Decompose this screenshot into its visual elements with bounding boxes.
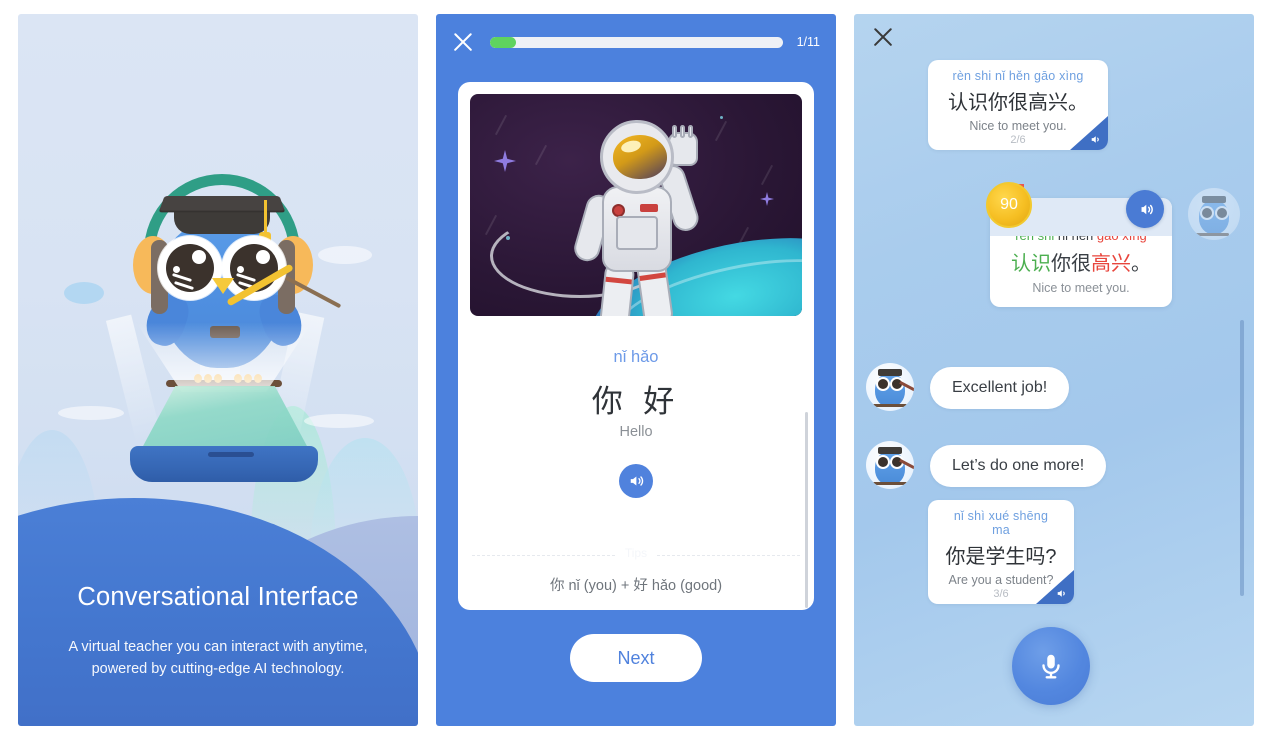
tablet-body: [130, 446, 318, 482]
bubble-translation: Are you a student?: [948, 573, 1054, 587]
card-scrollbar[interactable]: [804, 412, 808, 608]
microphone-icon[interactable]: [1012, 627, 1090, 705]
eye-glint: [256, 250, 270, 264]
next-button[interactable]: Next: [570, 634, 702, 682]
finger: [672, 125, 677, 138]
subtitle-line-1: A virtual teacher you can interact with …: [68, 639, 368, 655]
chat-message-bubble[interactable]: Let’s do one more!: [930, 445, 1107, 487]
bubble-counter: 2/6: [1010, 134, 1026, 146]
lesson-progress-fill: [490, 36, 517, 48]
onboarding-subtitle: A virtual teacher you can interact with …: [18, 636, 418, 680]
sparkle-icon: [760, 192, 774, 206]
chat-bubble-scored[interactable]: 90 rèn shi nǐ hěn gāo xìng 认识你很高兴。 Nice …: [986, 182, 1172, 307]
scored-token: 认识: [1011, 253, 1051, 275]
cloud-icon: [58, 406, 124, 420]
light-streak: [714, 120, 728, 142]
onboarding-text-block: Conversational Interface A virtual teach…: [18, 583, 418, 680]
eye-lash: [174, 280, 194, 291]
light-streak: [760, 164, 774, 186]
owl-eye-left: [876, 377, 890, 391]
close-icon[interactable]: [450, 29, 476, 55]
star-icon: [720, 116, 723, 119]
leg-stripe: [605, 276, 632, 285]
owl-pupil: [878, 379, 888, 389]
tablet-speaker: [208, 452, 254, 457]
lesson-panel: 1/11 nǐ hǎo 你 好 Hello Tips 你 nǐ (you) + …: [436, 14, 836, 726]
sparkle-icon: [494, 150, 516, 172]
scored-hanzi: 认识你很高兴。: [1002, 247, 1160, 276]
avatar: [866, 441, 914, 489]
chat-scrollbar[interactable]: [1240, 320, 1244, 596]
onboarding-panel: Conversational Interface A virtual teach…: [18, 14, 418, 726]
suit-patch: [640, 204, 658, 212]
owl-eye-right: [1215, 206, 1229, 220]
scored-translation: Nice to meet you.: [1032, 281, 1130, 295]
owl-pupil: [1217, 208, 1227, 218]
leg-stripe: [639, 272, 666, 281]
chat-bubble-prompt[interactable]: rèn shi nǐ hěn gāo xìng 认识你很高兴。 Nice to …: [928, 60, 1108, 150]
graduation-cap-icon: [878, 369, 902, 376]
close-icon[interactable]: [870, 24, 896, 50]
bubble-pinyin: nǐ shì xué shēng ma: [953, 509, 1049, 537]
scored-token: 。: [1131, 253, 1151, 275]
owl-pupil-left: [166, 244, 214, 292]
avatar: [866, 363, 914, 411]
finger: [688, 125, 693, 138]
owl-perch: [1195, 233, 1229, 236]
owl-eye-left: [876, 455, 890, 469]
eye-glint: [237, 266, 244, 273]
avatar: [1188, 188, 1240, 240]
astronaut-chest-pack: [616, 216, 658, 250]
subtitle-line-2: powered by cutting-edge AI technology.: [91, 661, 345, 677]
astronaut-illustration: [470, 94, 802, 316]
bubble-counter: 3/6: [993, 588, 1009, 600]
astronaut-helmet: [600, 120, 674, 194]
owl-pupil: [1202, 208, 1212, 218]
bubble-pinyin: rèn shi nǐ hěn gāo xìng: [952, 69, 1084, 83]
astronaut-figure: [571, 120, 702, 316]
owl-beak: [212, 278, 234, 294]
flashcard[interactable]: nǐ hǎo 你 好 Hello Tips 你 nǐ (you) + 好 hǎo…: [458, 82, 814, 610]
tips-label: Tips: [458, 546, 814, 560]
eye-glint: [192, 250, 206, 264]
owl-pupil: [878, 457, 888, 467]
scored-token: 你很: [1051, 253, 1091, 275]
score-value: 90: [1000, 196, 1018, 213]
owl-perch: [873, 404, 907, 407]
cloud-icon: [64, 282, 104, 304]
tablet-hologram-icon: [124, 322, 324, 502]
card-translation: Hello: [619, 424, 653, 440]
page-title: Conversational Interface: [77, 583, 359, 611]
owl-eye-left: [1200, 206, 1214, 220]
scored-token: 高兴: [1091, 253, 1131, 275]
lesson-progress-label: 1/11: [796, 35, 820, 49]
lesson-topbar: 1/11: [436, 14, 836, 70]
light-streak: [484, 214, 498, 236]
bubble-hanzi: 认识你很高兴。: [948, 92, 1088, 114]
speaker-icon[interactable]: [619, 464, 653, 498]
cap-tassel-cord: [264, 200, 267, 234]
gold-medal-icon: 90: [986, 182, 1032, 228]
astronaut-visor: [613, 135, 667, 179]
visor-glint: [619, 138, 643, 155]
light-streak: [534, 144, 548, 166]
chat-message-bubble[interactable]: Excellent job!: [930, 367, 1070, 409]
eye-glint: [173, 266, 180, 273]
finger: [680, 125, 685, 138]
chat-bubble-question[interactable]: nǐ shì xué shēng ma 你是学生吗? Are you a stu…: [928, 500, 1074, 604]
cloud-icon: [318, 246, 372, 264]
card-pinyin: nǐ hǎo: [613, 348, 659, 366]
graduation-cap-icon: [1202, 196, 1226, 203]
light-streak: [494, 114, 508, 136]
bubble-hanzi: 你是学生吗?: [945, 546, 1057, 568]
bubble-translation: Nice to meet you.: [969, 119, 1067, 133]
owl-perch: [873, 482, 907, 485]
card-hanzi: 你 好: [591, 384, 681, 419]
speaker-waves-icon[interactable]: [1126, 190, 1164, 228]
graduation-cap-icon: [878, 447, 902, 454]
card-tip-text: 你 nǐ (you) + 好 hǎo (good): [549, 578, 723, 594]
lesson-progress-bar: [490, 36, 783, 48]
